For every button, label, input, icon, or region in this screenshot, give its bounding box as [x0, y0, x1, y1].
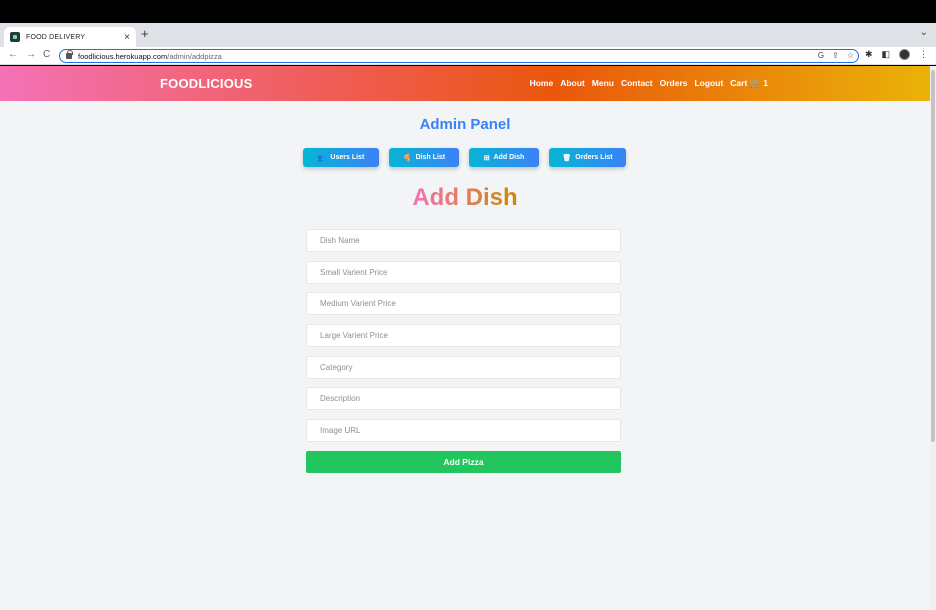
pizza-icon: 🍕 — [402, 154, 412, 162]
reload-icon[interactable]: C — [43, 49, 50, 60]
cart-label: Cart — [730, 78, 748, 88]
nav-link-home[interactable]: Home — [530, 78, 554, 89]
address-bar-row: ← → C foodlicious.herokuapp.com/admin/ad… — [0, 47, 936, 65]
add-dish-button[interactable]: ⊞ Add Dish — [469, 148, 539, 167]
dish-name-input[interactable] — [306, 229, 621, 252]
nav-link-logout[interactable]: Logout — [694, 78, 723, 89]
admin-button-group: 👥 Users List 🍕 Dish List ⊞ Add Dish 🗑 Or… — [303, 148, 626, 167]
orders-list-button[interactable]: 🗑 Orders List — [549, 148, 626, 167]
browser-toolbar-icons: ✱ ◧ ⋮ — [865, 49, 928, 60]
users-list-label: Users List — [330, 154, 365, 161]
omnibox-icons: G ⇪ ☆ — [818, 50, 854, 62]
url-host: foodlicious.herokuapp.com — [78, 51, 168, 61]
orders-list-label: Orders List — [575, 154, 613, 161]
profile-avatar[interactable] — [899, 49, 910, 60]
kebab-menu-icon[interactable]: ⋮ — [919, 49, 928, 60]
google-lens-icon[interactable]: G — [818, 50, 824, 62]
nav-link-about[interactable]: About — [560, 78, 585, 89]
small-price-input[interactable] — [306, 260, 621, 284]
description-input[interactable] — [306, 387, 621, 411]
browser-tab[interactable]: FOOD DELIVERY × — [4, 27, 136, 47]
image-url-input[interactable] — [306, 419, 621, 443]
dish-list-button[interactable]: 🍕 Dish List — [389, 148, 459, 167]
nav-link-contact[interactable]: Contact — [621, 78, 653, 89]
page-viewport: FOODLICIOUS Home About Menu Contact Orde… — [0, 66, 930, 610]
side-panel-icon[interactable]: ◧ — [881, 49, 890, 60]
lock-icon[interactable] — [66, 50, 73, 59]
new-tab-button[interactable]: + — [141, 26, 149, 41]
trash-icon: 🗑 — [562, 154, 572, 162]
medium-price-input[interactable] — [306, 292, 621, 316]
share-icon[interactable]: ⇪ — [832, 50, 839, 62]
url-bar[interactable]: foodlicious.herokuapp.com/admin/addpizza… — [59, 49, 859, 63]
plus-square-icon: ⊞ — [483, 154, 490, 162]
nav-links: Home About Menu Contact Orders Logout Ca… — [530, 78, 768, 89]
admin-panel-title: Admin Panel — [419, 116, 511, 133]
tab-title: FOOD DELIVERY — [26, 33, 86, 41]
add-dish-label: Add Dish — [493, 154, 525, 161]
nav-link-orders[interactable]: Orders — [660, 78, 688, 89]
nav-link-menu[interactable]: Menu — [592, 78, 614, 89]
favicon-icon — [10, 32, 20, 42]
url-path: /admin/addpizza — [167, 51, 222, 61]
category-input[interactable] — [306, 355, 621, 379]
extensions-puzzle-icon[interactable]: ✱ — [865, 49, 873, 60]
dish-list-label: Dish List — [415, 154, 446, 161]
back-arrow-icon[interactable]: ← — [8, 49, 18, 60]
tab-close-icon[interactable]: × — [124, 32, 130, 43]
scrollbar-thumb[interactable] — [931, 70, 935, 442]
page-scrollbar[interactable] — [930, 66, 936, 610]
large-price-input[interactable] — [306, 324, 621, 348]
cart-icon: 🛒 — [749, 78, 761, 88]
os-top-bar — [0, 0, 936, 23]
add-dish-form: Add Pizza — [306, 229, 621, 473]
add-dish-heading: Add Dish — [0, 184, 930, 212]
tab-search-chevron-icon[interactable]: ⌄ — [920, 27, 928, 38]
add-dish-heading-text: Add Dish — [412, 184, 518, 211]
brand-logo[interactable]: FOODLICIOUS — [160, 76, 252, 91]
site-navbar: FOODLICIOUS Home About Menu Contact Orde… — [0, 66, 930, 101]
cart-count: 1 — [763, 78, 768, 88]
users-icon: 👥 — [317, 154, 327, 162]
users-list-button[interactable]: 👥 Users List — [303, 148, 379, 167]
add-pizza-button[interactable]: Add Pizza — [306, 450, 621, 473]
bookmark-star-icon[interactable]: ☆ — [847, 50, 854, 62]
nav-link-cart[interactable]: Cart 🛒 1 — [730, 78, 768, 89]
forward-arrow-icon[interactable]: → — [26, 49, 36, 60]
